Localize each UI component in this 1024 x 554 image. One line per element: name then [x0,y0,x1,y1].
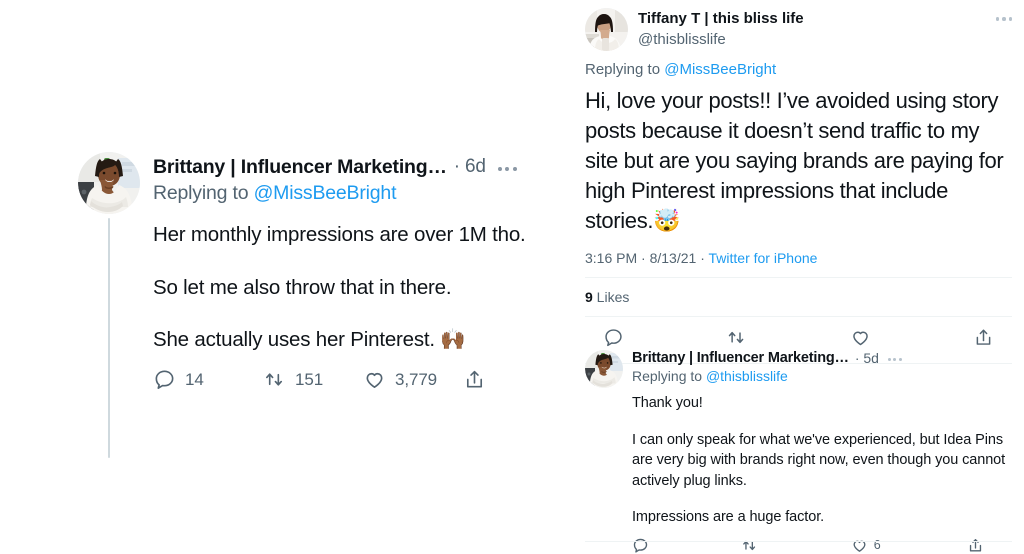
likes-count: 9 [585,288,593,305]
more-options-icon[interactable] [887,355,902,361]
reply-button[interactable]: 14 [153,368,263,391]
avatar[interactable] [78,152,140,214]
reply-icon [155,370,174,390]
right-main-tweet: Tiffany T | this bliss life @thisblissli… [573,0,1024,364]
author-handle[interactable]: @thisblisslife [638,30,996,50]
timestamp: · 5d [854,350,879,366]
retweet-count: 151 [295,369,324,389]
reply-button[interactable] [632,537,655,554]
tweet-text: Hi, love your posts!! I’ve avoided using… [585,88,1004,233]
timestamp: · 6d [453,156,486,178]
share-button[interactable] [967,537,990,554]
replying-to-handle[interactable]: @MissBeeBright [664,61,776,78]
like-button[interactable]: 6 [851,537,881,554]
right-main-tweet-header: Tiffany T | this bliss life @thisblissli… [573,0,1024,51]
like-icon [853,540,866,552]
more-options-icon[interactable] [995,8,1012,21]
replying-to-label: Replying to [632,368,706,384]
author-name[interactable]: Brittany | Influencer Marketing… [632,350,849,366]
right-main-tweet-identity: Tiffany T | this bliss life @thisblissli… [628,8,996,49]
right-nested-reply: Brittany | Influencer Marketing… · 5d Re… [573,340,1024,554]
tweet-date: 8/13/21 [649,249,697,266]
tweet-time: 3:16 PM [585,249,638,266]
share-icon [466,371,483,388]
right-nested-reply-header: Brittany | Influencer Marketing… · 5d [632,350,1012,366]
tweet-action-bar: 6 [632,537,1012,554]
author-name[interactable]: Tiffany T | this bliss life [638,10,996,29]
left-tweet-avatar-column [78,152,140,458]
replying-to-label: Replying to [585,61,665,78]
replying-to-line: Replying to @MissBeeBright [573,51,1024,78]
tweet-text: Thank you! I can only speak for what we'… [632,393,1012,528]
share-button[interactable] [463,368,495,391]
screenshot-root: Brittany | Influencer Marketing… · 6d Re… [0,0,1024,553]
avatar[interactable] [585,350,623,388]
replying-to-line: Replying to @MissBeeBright [153,182,548,205]
replying-to-label: Replying to [153,182,254,205]
tweet-paragraph: Impressions are a huge factor. [632,509,825,526]
left-tweet: Brittany | Influencer Marketing… · 6d Re… [78,152,548,458]
retweet-icon [266,373,283,386]
tweet-source[interactable]: Twitter for iPhone [709,250,818,266]
separator: · [637,249,650,266]
avatar[interactable] [585,8,628,51]
tweet-paragraph: Her monthly impressions are over 1M tho. [153,223,526,247]
divider [585,541,1012,542]
tweet-action-bar: 14 151 3,779 [153,368,548,391]
separator: · [696,249,709,266]
retweet-button[interactable]: 151 [263,368,363,391]
tweet-paragraph: So let me also throw that in there. [153,275,452,299]
reply-icon [633,538,648,553]
like-count: 3,779 [395,369,438,389]
more-options-icon[interactable] [497,163,517,172]
retweet-icon [743,540,756,550]
tweet-paragraph: I can only speak for what we've experien… [632,431,1006,489]
author-name[interactable]: Brittany | Influencer Marketing… [153,155,447,179]
tweet-paragraph: She actually uses her Pinterest. 🙌🏾 [153,327,466,351]
share-icon [969,538,982,552]
tweet-text: Her monthly impressions are over 1M tho.… [153,221,548,354]
like-button[interactable]: 3,779 [363,368,463,391]
tweet-timestamp-row: 3:16 PM · 8/13/21 · Twitter for iPhone [573,236,1024,277]
likes-summary[interactable]: 9 Likes [573,278,1024,316]
right-nested-reply-body: Brittany | Influencer Marketing… · 5d Re… [623,350,1012,554]
reply-count: 14 [185,369,204,389]
replying-to-handle[interactable]: @thisblisslife [706,368,788,384]
replying-to-line: Replying to @thisblisslife [632,368,1012,384]
tweet-paragraph: Thank you! [632,395,703,411]
replying-to-handle[interactable]: @MissBeeBright [254,182,397,204]
right-thread-panel: Tiffany T | this bliss life @thisblissli… [573,0,1024,553]
left-tweet-panel: Brittany | Influencer Marketing… · 6d Re… [0,0,560,544]
like-icon [366,373,383,389]
left-tweet-header: Brittany | Influencer Marketing… · 6d [153,155,548,179]
left-tweet-body: Brittany | Influencer Marketing… · 6d Re… [140,152,548,458]
retweet-button[interactable] [741,537,764,554]
thread-connector-line [108,218,110,458]
likes-label: Likes [592,288,630,305]
